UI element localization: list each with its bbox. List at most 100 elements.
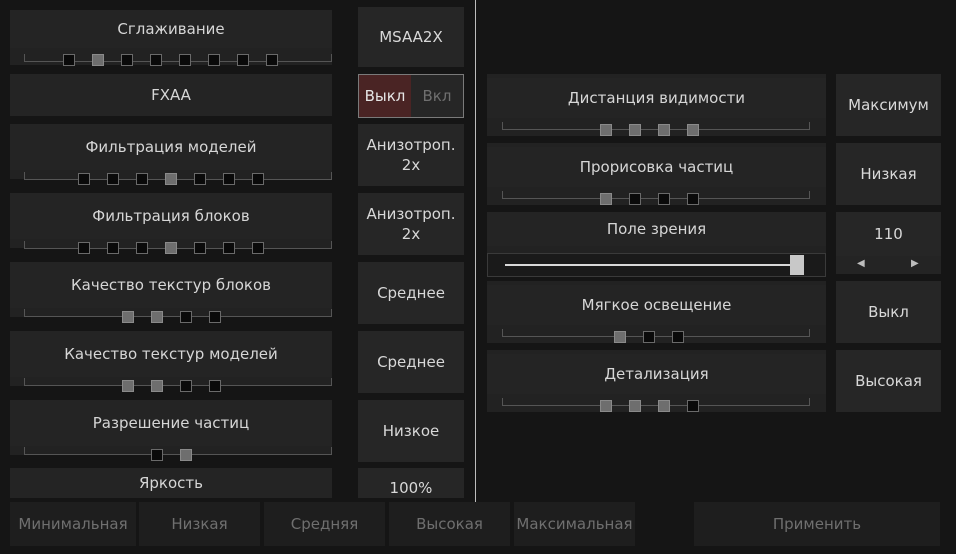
preset-minimal-button[interactable]: Минимальная [10,502,136,546]
setting-label: FXAA [10,74,332,116]
slider-step[interactable] [237,54,249,66]
slider-step[interactable] [223,173,235,185]
fov-slider-track [505,264,795,266]
value-button[interactable]: Высокая [836,350,941,412]
step-slider[interactable] [151,449,192,461]
setting-label: Мягкое освещение [487,285,826,325]
slider-step[interactable] [672,331,684,343]
right-arrow-icon[interactable]: ▶ [911,258,919,269]
fov-value: 110 [836,212,941,256]
toggle-off-option[interactable]: Выкл [359,75,411,117]
slider-step[interactable] [122,380,134,392]
step-slider[interactable] [122,380,221,392]
slider-step[interactable] [209,380,221,392]
fov-slider-handle[interactable] [790,255,804,275]
toggle-on-option[interactable]: Вкл [411,75,463,117]
preset-max-button[interactable]: Максимальная [514,502,635,546]
step-slider[interactable] [600,124,699,136]
slider-step[interactable] [150,54,162,66]
slider-step[interactable] [600,124,612,136]
setting-label: Поле зрения [487,212,826,246]
scroll-divider[interactable] [475,0,476,502]
setting-label: Качество текстур блоков [10,262,332,308]
step-slider[interactable] [600,400,699,412]
slider-step[interactable] [643,331,655,343]
slider-step[interactable] [180,449,192,461]
slider-step[interactable] [266,54,278,66]
setting-label: Яркость [10,468,332,498]
slider-step[interactable] [658,400,670,412]
fov-slider[interactable] [487,253,826,277]
slider-step[interactable] [209,311,221,323]
slider-step[interactable] [78,173,90,185]
slider-step[interactable] [658,193,670,205]
value-button[interactable]: Среднее [358,331,464,393]
slider-step[interactable] [252,242,264,254]
value-line: 2x [401,225,421,243]
slider-step[interactable] [687,400,699,412]
step-slider[interactable] [63,54,278,66]
slider-step[interactable] [136,173,148,185]
value-button[interactable]: Анизотроп. 2x [358,124,464,186]
value-line: Анизотроп. [366,205,456,223]
slider-step[interactable] [687,193,699,205]
step-slider[interactable] [600,193,699,205]
slider-step[interactable] [107,173,119,185]
slider-step[interactable] [629,400,641,412]
setting-label: Разрешение частиц [10,400,332,446]
slider-step[interactable] [63,54,75,66]
value-button[interactable]: 100% [358,468,464,498]
slider-step[interactable] [658,124,670,136]
step-slider[interactable] [614,331,684,343]
slider-step[interactable] [687,124,699,136]
value-button[interactable]: Среднее [358,262,464,324]
value-button[interactable]: Максимум [836,74,941,136]
value-line: Анизотроп. [366,136,456,154]
setting-label: Детализация [487,354,826,394]
slider-step[interactable] [165,173,177,185]
fxaa-toggle[interactable]: Выкл Вкл [358,74,464,118]
value-button[interactable]: Анизотроп. 2x [358,193,464,255]
slider-step[interactable] [194,173,206,185]
slider-step[interactable] [151,311,163,323]
slider-step[interactable] [629,193,641,205]
slider-step[interactable] [180,311,192,323]
fov-stepper: ◀ ▶ [836,256,941,274]
slider-step[interactable] [78,242,90,254]
preset-high-button[interactable]: Высокая [389,502,510,546]
slider-step[interactable] [223,242,235,254]
setting-label: Фильтрация блоков [10,193,332,239]
value-button[interactable]: Низкая [836,143,941,205]
preset-low-button[interactable]: Низкая [139,502,260,546]
setting-label: Фильтрация моделей [10,124,332,170]
setting-label: Дистанция видимости [487,78,826,118]
slider-step[interactable] [122,311,134,323]
left-arrow-icon[interactable]: ◀ [857,258,865,269]
slider-step[interactable] [136,242,148,254]
step-slider[interactable] [122,311,221,323]
slider-step[interactable] [600,193,612,205]
slider-step[interactable] [194,242,206,254]
apply-button[interactable]: Применить [694,502,940,546]
slider-step[interactable] [179,54,191,66]
slider-step[interactable] [180,380,192,392]
slider-step[interactable] [151,380,163,392]
step-slider[interactable] [78,242,264,254]
slider-step[interactable] [165,242,177,254]
value-button[interactable]: MSAA2X [358,7,464,67]
slider-step[interactable] [252,173,264,185]
value-line: 2x [401,156,421,174]
value-button[interactable]: Низкое [358,400,464,462]
slider-step[interactable] [107,242,119,254]
preset-medium-button[interactable]: Средняя [264,502,385,546]
slider-step[interactable] [614,331,626,343]
slider-step[interactable] [121,54,133,66]
step-slider[interactable] [78,173,264,185]
value-button[interactable]: Выкл [836,281,941,343]
slider-step[interactable] [208,54,220,66]
slider-step[interactable] [151,449,163,461]
slider-step[interactable] [600,400,612,412]
slider-step[interactable] [629,124,641,136]
slider-step[interactable] [92,54,104,66]
setting-label: Сглаживание [10,10,332,48]
